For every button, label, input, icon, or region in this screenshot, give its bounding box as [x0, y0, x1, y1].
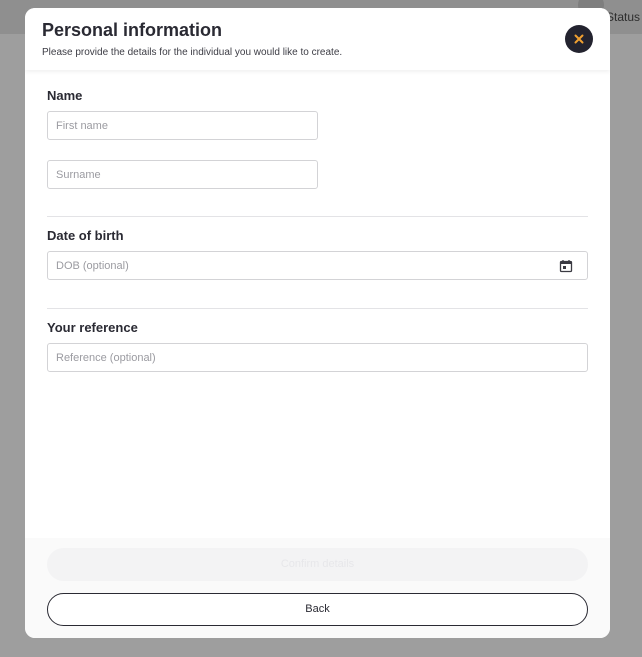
section-divider [47, 216, 588, 217]
first-name-field[interactable] [47, 111, 318, 140]
name-section-label: Name [47, 88, 83, 103]
back-button[interactable]: Back [47, 593, 588, 626]
reference-field[interactable] [47, 343, 588, 372]
modal-subtitle: Please provide the details for the indiv… [42, 47, 343, 58]
dob-section-label: Date of birth [47, 228, 124, 243]
modal-body: Name Date of birth Your reference [25, 70, 610, 538]
dob-input[interactable] [48, 252, 587, 279]
surname-field[interactable] [47, 160, 318, 189]
modal-header: Personal information Please provide the … [25, 8, 610, 70]
background-status-label: Status [606, 10, 641, 24]
confirm-details-button[interactable]: Confirm details [47, 548, 588, 581]
dob-field[interactable] [47, 251, 588, 280]
modal-title: Personal information [42, 20, 223, 40]
first-name-input[interactable] [48, 112, 317, 139]
reference-section-label: Your reference [47, 320, 138, 335]
modal-footer: Confirm details Back [25, 538, 610, 638]
section-divider [47, 308, 588, 309]
calendar-icon[interactable] [559, 259, 573, 273]
reference-input[interactable] [48, 344, 587, 371]
personal-information-modal: Personal information Please provide the … [25, 8, 610, 638]
surname-input[interactable] [48, 161, 317, 188]
close-icon [574, 34, 584, 44]
close-button[interactable] [565, 25, 593, 53]
